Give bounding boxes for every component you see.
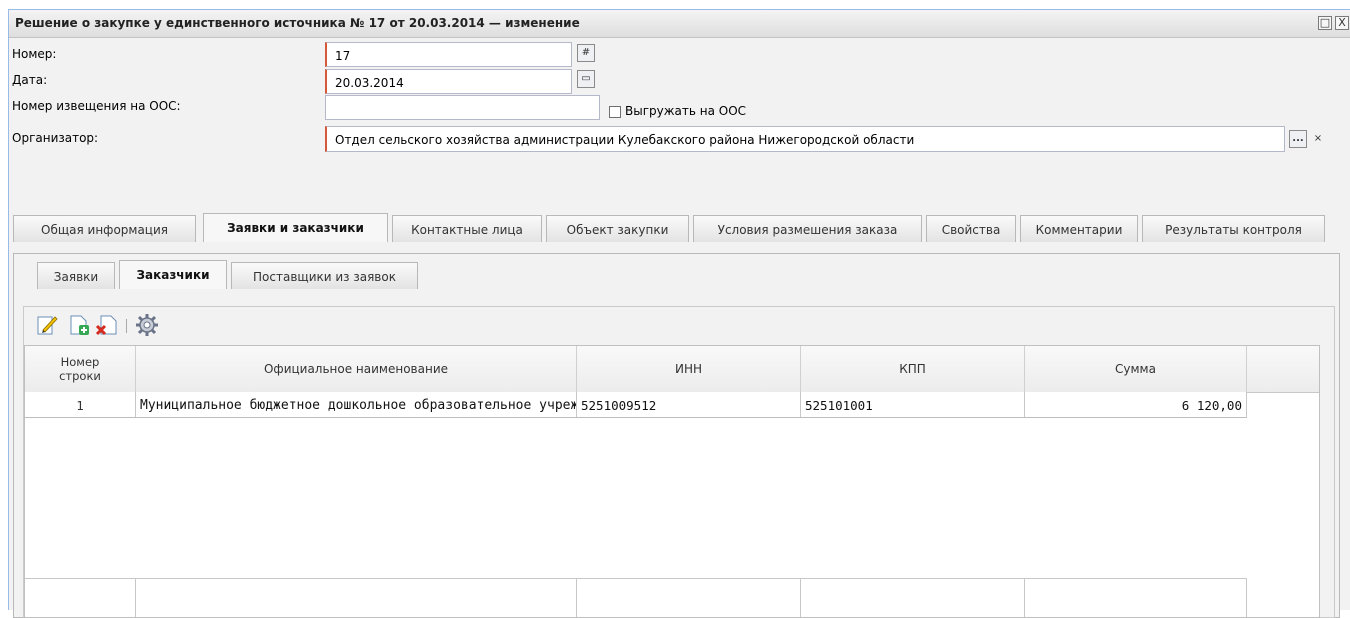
settings-icon[interactable] [135,313,159,337]
tab-properties[interactable]: Свойства [926,215,1016,242]
notice-number-field[interactable] [325,95,600,120]
number-picker-icon[interactable]: # [577,44,595,62]
export-checkbox[interactable] [609,106,621,118]
tab-control-results[interactable]: Результаты контроля [1142,215,1325,242]
kpp-cell: 525101001 [801,392,1025,417]
tab-purchase-object[interactable]: Объект закупки [546,215,689,242]
sum-cell: 6 120,00 [1025,392,1247,417]
grid-toolbar [25,307,1333,345]
calendar-icon[interactable]: ▭ [577,70,595,88]
edit-window: Решение о закупке у единственного источн… [8,9,1350,618]
toolbar-separator [126,319,127,333]
edit-icon[interactable] [35,313,59,337]
organizer-field[interactable]: Отдел сельского хозяйства администрации … [325,126,1285,152]
summary-cell [577,579,801,617]
col-row-number[interactable]: Номер строки [25,346,136,392]
date-label: Дата: [12,73,48,87]
col-kpp[interactable]: КПП [801,346,1025,392]
notice-label: Номер извещения на ООС: [12,99,181,113]
table-row[interactable]: 1 Муниципальное бюджетное дошкольное обр… [25,392,1247,418]
col-inn[interactable]: ИНН [577,346,801,392]
col-sum[interactable]: Сумма [1025,346,1247,392]
col-official-name[interactable]: Официальное наименование [136,346,577,392]
summary-cell [136,579,577,617]
summary-cell [801,579,1025,617]
close-icon[interactable]: X [1335,16,1349,30]
window-title: Решение о закупке у единственного источн… [15,16,580,30]
grid-header: Номер строки Официальное наименование ИН… [25,346,1319,393]
subtab-applications[interactable]: Заявки [37,262,115,289]
col-row-number-label: Номер строки [59,355,101,383]
official-name-cell: Муниципальное бюджетное дошкольное образ… [136,392,577,417]
maximize-icon[interactable]: □ [1318,16,1332,30]
customers-grid: Номер строки Официальное наименование ИН… [24,345,1320,618]
number-label: Номер: [12,47,57,61]
organizer-label: Организатор: [12,131,99,145]
add-icon[interactable] [67,313,91,337]
summary-cell [1025,579,1247,617]
inn-cell: 5251009512 [577,392,801,417]
subtab-suppliers[interactable]: Поставщики из заявок [231,262,418,289]
clear-icon[interactable]: × [1309,130,1327,148]
ellipsis-button[interactable]: ... [1289,130,1307,148]
export-label: Выгружать на ООС [625,104,747,118]
tab-applications-customers[interactable]: Заявки и заказчики [203,213,388,242]
date-field[interactable]: 20.03.2014 [325,69,572,94]
tab-contacts[interactable]: Контактные лица [392,215,542,242]
tab-comments[interactable]: Комментарии [1020,215,1138,242]
delete-icon[interactable] [95,313,119,337]
title-bar[interactable]: Решение о закупке у единственного источн… [9,10,1350,38]
summary-cell [25,579,136,617]
tab-general-info[interactable]: Общая информация [13,215,196,242]
number-field[interactable]: 17 [325,42,572,67]
grid-summary-row [25,578,1247,617]
subtab-customers[interactable]: Заказчики [119,260,227,289]
tab-placement-conditions[interactable]: Условия размешения заказа [693,215,922,242]
row-number-cell: 1 [25,392,136,417]
